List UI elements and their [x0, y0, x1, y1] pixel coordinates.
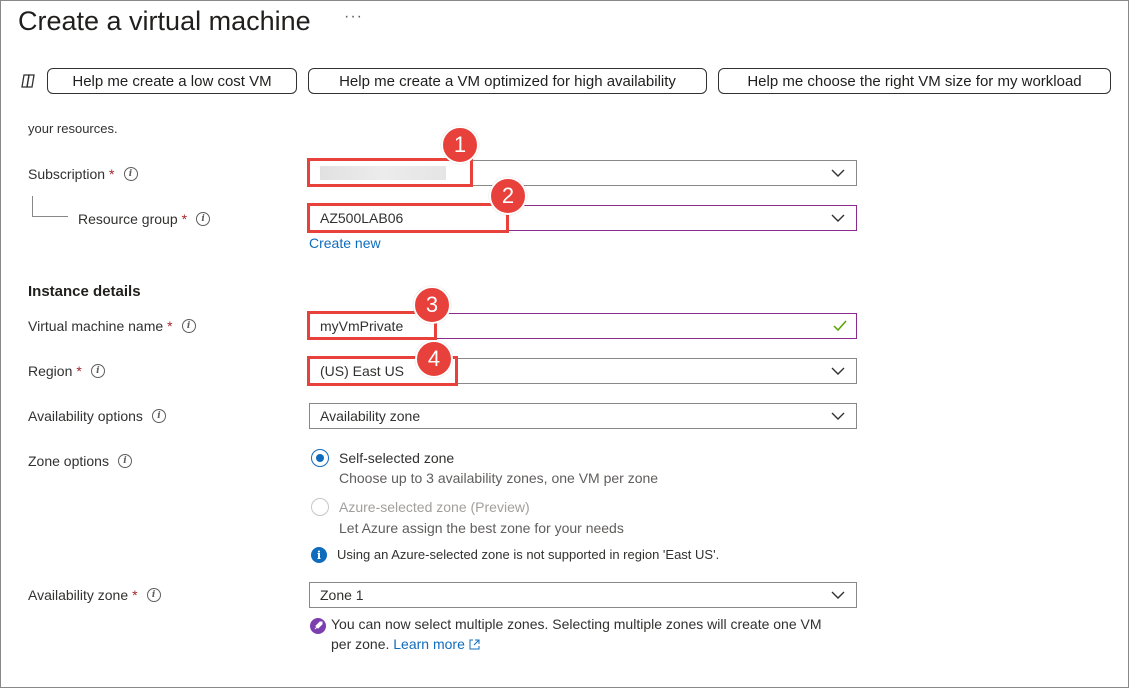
zone-info-message: Using an Azure-selected zone is not supp… — [337, 547, 720, 562]
vm-size-help-button[interactable]: Help me choose the right VM size for my … — [718, 68, 1111, 94]
multi-zone-note-line2-text: per zone. — [331, 636, 390, 652]
required-marker: * — [132, 587, 138, 603]
self-selected-zone-radio[interactable] — [311, 449, 329, 467]
chevron-down-icon — [831, 412, 845, 420]
chevron-down-icon — [831, 169, 845, 177]
availability-zone-value: Zone 1 — [320, 587, 364, 603]
callout-box-resource-group — [307, 203, 509, 233]
callout-badge-3: 3 — [413, 286, 451, 324]
low-cost-vm-button[interactable]: Help me create a low cost VM — [47, 68, 297, 94]
availability-zone-label-text: Availability zone — [28, 587, 129, 603]
info-icon[interactable]: i — [181, 319, 196, 333]
required-marker: * — [109, 166, 115, 182]
azure-selected-zone-desc: Let Azure assign the best zone for your … — [339, 520, 624, 536]
more-options-icon[interactable]: ··· — [344, 8, 363, 26]
zone-options-label: Zone options i — [28, 453, 132, 469]
checkmark-icon — [833, 320, 847, 332]
instance-details-heading: Instance details — [28, 283, 141, 300]
required-marker: * — [76, 363, 82, 379]
zone-options-label-text: Zone options — [28, 453, 109, 469]
tree-connector-horizontal — [32, 216, 68, 217]
high-availability-vm-button[interactable]: Help me create a VM optimized for high a… — [308, 68, 707, 94]
create-new-link[interactable]: Create new — [309, 235, 381, 251]
info-circle-icon: i — [311, 547, 327, 563]
subscription-label: Subscription * i — [28, 166, 138, 182]
chevron-down-icon — [831, 367, 845, 375]
resource-group-label-text: Resource group — [78, 211, 178, 227]
tree-connector-vertical — [32, 196, 33, 216]
azure-selected-zone-radio[interactable] — [311, 498, 329, 516]
chevron-down-icon — [831, 591, 845, 599]
vm-name-label: Virtual machine name * i — [28, 318, 196, 334]
info-icon[interactable]: i — [151, 409, 166, 423]
chevron-down-icon — [831, 214, 845, 222]
callout-badge-1: 1 — [441, 126, 479, 164]
rocket-icon — [310, 618, 326, 634]
availability-zone-dropdown[interactable]: Zone 1 — [309, 582, 857, 608]
availability-options-label-text: Availability options — [28, 408, 143, 424]
multi-zone-note-line1: You can now select multiple zones. Selec… — [331, 616, 822, 632]
copilot-icon — [21, 74, 35, 88]
region-label-text: Region — [28, 363, 73, 379]
external-link-icon — [469, 639, 480, 650]
intro-text: your resources. — [28, 121, 118, 136]
info-icon[interactable]: i — [117, 454, 132, 468]
availability-options-value: Availability zone — [320, 408, 421, 424]
resource-group-label: Resource group * i — [78, 211, 211, 227]
callout-badge-4: 4 — [415, 340, 453, 378]
callout-badge-2: 2 — [489, 177, 527, 215]
page-title: Create a virtual machine — [18, 6, 311, 36]
vm-name-label-text: Virtual machine name — [28, 318, 164, 334]
availability-options-dropdown[interactable]: Availability zone — [309, 403, 857, 429]
info-icon[interactable]: i — [90, 364, 105, 378]
info-icon[interactable]: i — [146, 588, 161, 602]
azure-selected-zone-title: Azure-selected zone (Preview) — [339, 499, 530, 515]
availability-options-label: Availability options i — [28, 408, 166, 424]
self-selected-zone-title: Self-selected zone — [339, 450, 455, 466]
learn-more-link[interactable]: Learn more — [393, 636, 465, 652]
callout-box-subscription — [307, 158, 473, 187]
info-icon[interactable]: i — [123, 167, 138, 181]
multi-zone-note-line2: per zone. Learn more — [331, 636, 480, 652]
self-selected-zone-desc: Choose up to 3 availability zones, one V… — [339, 470, 659, 486]
required-marker: * — [181, 211, 188, 227]
availability-zone-label: Availability zone * i — [28, 587, 161, 603]
subscription-label-text: Subscription — [28, 166, 106, 182]
required-marker: * — [167, 318, 173, 334]
info-icon[interactable]: i — [196, 212, 211, 226]
region-label: Region * i — [28, 363, 105, 379]
